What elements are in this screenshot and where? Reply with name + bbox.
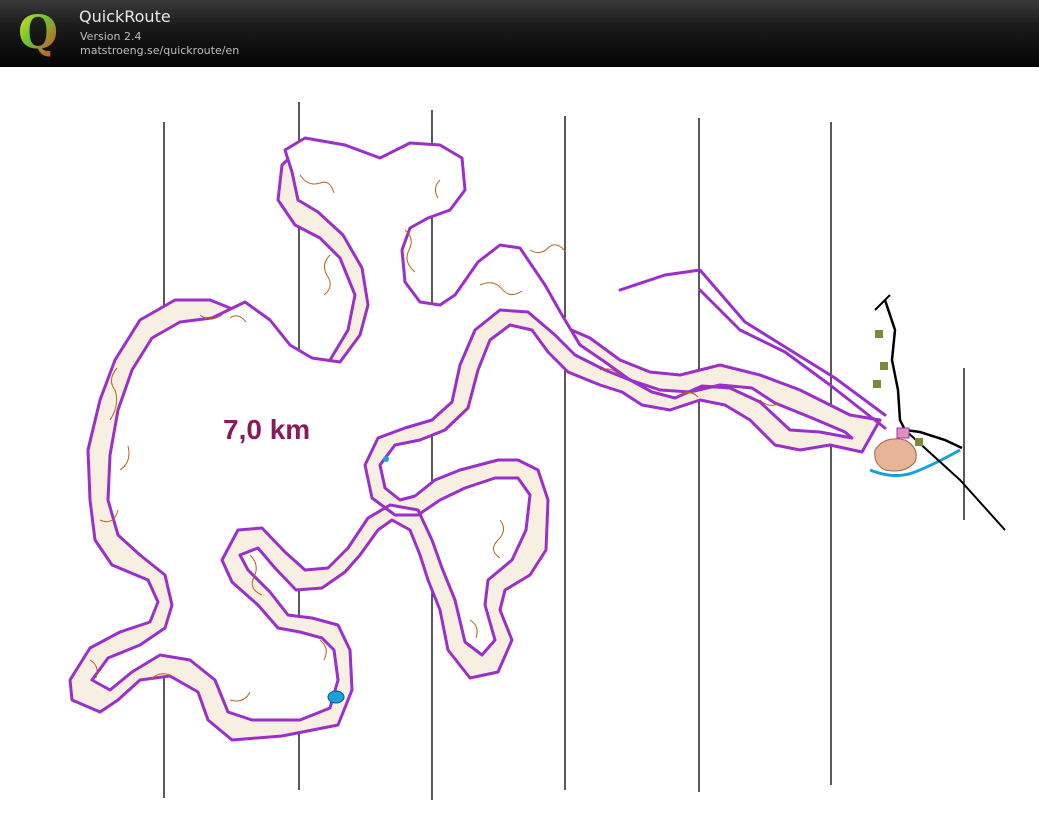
title-bar: Q QuickRoute Version 2.4 matstroeng.se/q… xyxy=(0,0,1039,67)
corridor-inner-edge xyxy=(90,136,854,722)
logo-letter: Q xyxy=(18,6,58,58)
app-url[interactable]: matstroeng.se/quickroute/en xyxy=(80,44,239,57)
waterhole-icon xyxy=(383,456,389,462)
building-icon xyxy=(915,438,923,446)
building-icon xyxy=(873,380,881,388)
start-area xyxy=(873,294,1006,531)
course-corridor xyxy=(68,136,887,742)
pond-icon xyxy=(327,690,345,704)
start-marker-icon xyxy=(896,427,910,439)
road-line xyxy=(883,299,963,450)
building-icon xyxy=(880,362,888,370)
building-icon xyxy=(875,330,883,338)
quickroute-logo-icon: Q xyxy=(18,6,58,58)
app-title: QuickRoute xyxy=(79,7,171,26)
open-land-area xyxy=(874,438,917,472)
map-canvas[interactable]: 7,0 km xyxy=(2,67,1035,833)
distance-label: 7,0 km xyxy=(223,414,310,445)
orienteering-map: 7,0 km xyxy=(68,102,1006,800)
app-version: Version 2.4 xyxy=(80,30,142,43)
